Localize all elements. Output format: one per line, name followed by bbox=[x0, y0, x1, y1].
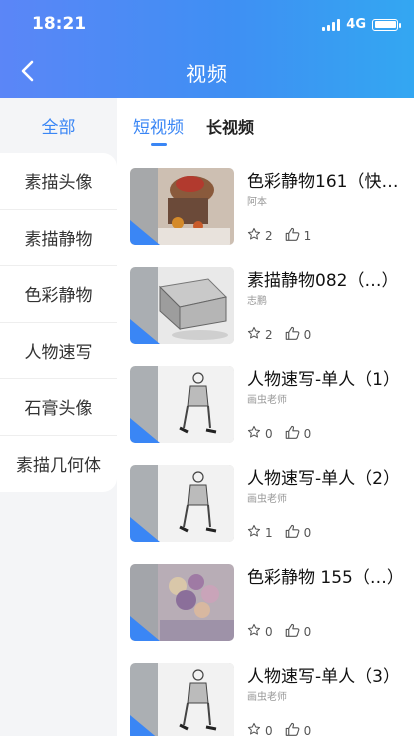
thumbs-up-icon bbox=[285, 425, 300, 442]
category-item[interactable]: 素描几何体 bbox=[0, 436, 117, 493]
signal-icon bbox=[322, 18, 341, 31]
thumbs-up-icon bbox=[285, 227, 300, 244]
video-info: 人物速写-单人（1） 画虫老师 0 0 bbox=[247, 366, 410, 446]
like-count: 0 bbox=[303, 624, 312, 639]
video-author: 志鹏 bbox=[247, 296, 267, 307]
video-thumbnail[interactable] bbox=[130, 564, 234, 641]
category-list: 素描头像 素描静物 色彩静物 人物速写 石膏头像 素描几何体 bbox=[0, 153, 117, 492]
video-info: 人物速写-单人（3） 画虫老师 0 0 bbox=[247, 663, 410, 736]
video-info: 色彩静物161（快速讲解） 阿本 2 1 bbox=[247, 168, 410, 248]
like-count: 0 bbox=[303, 723, 312, 736]
star-icon bbox=[247, 524, 261, 541]
page-title: 视频 bbox=[186, 62, 228, 86]
battery-icon bbox=[372, 18, 401, 31]
tab-short-video-label: 短视频 bbox=[133, 118, 184, 138]
category-item[interactable]: 素描静物 bbox=[0, 210, 117, 266]
video-title: 人物速写-单人（3） bbox=[247, 667, 400, 687]
star-icon bbox=[247, 326, 261, 343]
video-card[interactable]: 色彩静物 155（…） 0 0 bbox=[130, 564, 414, 644]
like-count: 0 bbox=[303, 327, 312, 342]
video-title: 人物速写-单人（1） bbox=[247, 370, 400, 390]
like-button[interactable]: 0 bbox=[285, 326, 312, 343]
video-info: 色彩静物 155（…） 0 0 bbox=[247, 564, 410, 644]
video-author: 阿本 bbox=[247, 197, 267, 208]
video-title: 色彩静物161（快速讲解） bbox=[247, 172, 410, 192]
category-item[interactable]: 石膏头像 bbox=[0, 379, 117, 436]
thumbs-up-icon bbox=[285, 722, 300, 736]
favorite-count: 2 bbox=[265, 228, 273, 243]
header-bar: 18:21 4G 视频 bbox=[0, 0, 414, 98]
category-sidebar: 全部 素描头像 素描静物 色彩静物 人物速写 石膏头像 素描几何体 bbox=[0, 98, 117, 736]
favorite-button[interactable]: 0 bbox=[247, 623, 273, 640]
video-card[interactable]: 素描静物082（…） 志鹏 2 0 bbox=[130, 267, 414, 347]
favorite-button[interactable]: 2 bbox=[247, 227, 273, 244]
status-time: 18:21 bbox=[32, 14, 87, 34]
star-icon bbox=[247, 227, 261, 244]
favorite-count: 2 bbox=[265, 327, 273, 342]
favorite-count: 1 bbox=[265, 525, 273, 540]
video-info: 人物速写-单人（2） 画虫老师 1 0 bbox=[247, 465, 410, 545]
video-card[interactable]: 人物速写-单人（1） 画虫老师 0 0 bbox=[130, 366, 414, 446]
like-count: 1 bbox=[303, 228, 312, 243]
active-tab-indicator bbox=[150, 143, 167, 146]
tab-short-video[interactable]: 短视频 bbox=[133, 113, 184, 146]
video-stats: 1 0 bbox=[247, 524, 311, 541]
thumbs-up-icon bbox=[285, 326, 300, 343]
like-count: 0 bbox=[303, 525, 312, 540]
video-stats: 2 0 bbox=[247, 326, 311, 343]
favorite-button[interactable]: 0 bbox=[247, 425, 273, 442]
video-card[interactable]: 人物速写-单人（3） 画虫老师 0 0 bbox=[130, 663, 414, 736]
video-screen: 18:21 4G 视频 全部 素描头像 素描静物 色彩静物 人物速写 石膏头像 … bbox=[0, 0, 414, 736]
video-thumbnail[interactable] bbox=[130, 267, 234, 344]
video-title: 色彩静物 155（…） bbox=[247, 568, 404, 588]
video-title: 人物速写-单人（2） bbox=[247, 469, 400, 489]
tab-long-video[interactable]: 长视频 bbox=[206, 114, 254, 138]
video-panel: 短视频 长视频 色彩静物161（快速 阿本 2 1 素描静物082（…） 志鹏 … bbox=[117, 98, 414, 736]
category-item[interactable]: 素描头像 bbox=[0, 153, 117, 210]
video-author: 画虫老师 bbox=[247, 395, 287, 406]
like-button[interactable]: 0 bbox=[285, 425, 312, 442]
like-button[interactable]: 0 bbox=[285, 722, 312, 736]
video-thumbnail[interactable] bbox=[130, 465, 234, 542]
video-card[interactable]: 人物速写-单人（2） 画虫老师 1 0 bbox=[130, 465, 414, 545]
like-button[interactable]: 0 bbox=[285, 524, 312, 541]
video-thumbnail[interactable] bbox=[130, 168, 234, 245]
star-icon bbox=[247, 425, 261, 442]
like-count: 0 bbox=[303, 426, 312, 441]
video-thumbnail[interactable] bbox=[130, 663, 234, 736]
video-type-tabs: 短视频 长视频 bbox=[117, 98, 414, 153]
star-icon bbox=[247, 722, 261, 736]
category-all[interactable]: 全部 bbox=[0, 98, 117, 153]
like-button[interactable]: 1 bbox=[285, 227, 312, 244]
video-stats: 0 0 bbox=[247, 623, 311, 640]
status-indicators: 4G bbox=[322, 17, 401, 32]
video-stats: 0 0 bbox=[247, 722, 311, 736]
video-thumbnail[interactable] bbox=[130, 366, 234, 443]
category-item[interactable]: 人物速写 bbox=[0, 323, 117, 379]
favorite-button[interactable]: 1 bbox=[247, 524, 273, 541]
video-title: 素描静物082（…） bbox=[247, 271, 399, 291]
category-item[interactable]: 色彩静物 bbox=[0, 266, 117, 323]
star-icon bbox=[247, 623, 261, 640]
thumbs-up-icon bbox=[285, 524, 300, 541]
video-card[interactable]: 色彩静物161（快速讲解） 阿本 2 1 bbox=[130, 168, 414, 248]
favorite-count: 0 bbox=[265, 624, 273, 639]
network-type: 4G bbox=[346, 17, 366, 32]
video-stats: 2 1 bbox=[247, 227, 311, 244]
favorite-button[interactable]: 2 bbox=[247, 326, 273, 343]
video-author: 画虫老师 bbox=[247, 494, 287, 505]
favorite-count: 0 bbox=[265, 426, 273, 441]
thumbs-up-icon bbox=[285, 623, 300, 640]
favorite-count: 0 bbox=[265, 723, 273, 736]
video-info: 素描静物082（…） 志鹏 2 0 bbox=[247, 267, 410, 347]
like-button[interactable]: 0 bbox=[285, 623, 312, 640]
video-author: 画虫老师 bbox=[247, 692, 287, 703]
video-stats: 0 0 bbox=[247, 425, 311, 442]
favorite-button[interactable]: 0 bbox=[247, 722, 273, 736]
